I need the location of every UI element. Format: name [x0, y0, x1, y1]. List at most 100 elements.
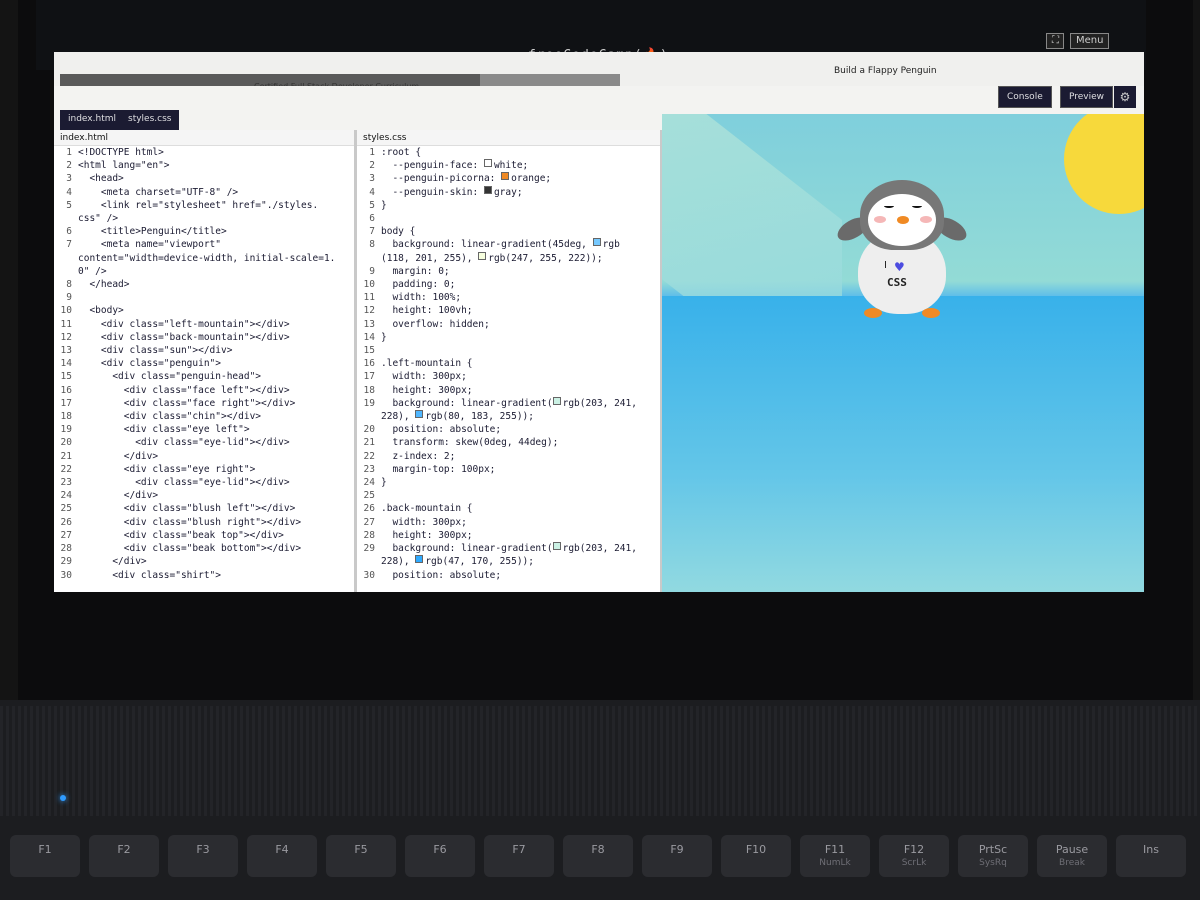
- key-f2[interactable]: F2: [89, 835, 159, 877]
- key-f8[interactable]: F8: [563, 835, 633, 877]
- key-f5[interactable]: F5: [326, 835, 396, 877]
- css-code[interactable]: 1:root {2 --penguin-face: white; 3 --peng…: [357, 146, 660, 582]
- css-code-line[interactable]: 6: [357, 212, 660, 225]
- key-f7[interactable]: F7: [484, 835, 554, 877]
- css-code-line[interactable]: 2 --penguin-face: white;: [357, 159, 660, 172]
- html-editor[interactable]: index.html 1 <!DOCTYPE html> 2 <html lang="…: [54, 130, 354, 592]
- html-code-line[interactable]: 1 <!DOCTYPE html>: [54, 146, 354, 159]
- html-code-line[interactable]: 25 <div class="blush left"></div>: [54, 502, 354, 515]
- css-code-line[interactable]: 9 margin: 0;: [357, 265, 660, 278]
- html-code-line[interactable]: 7 <meta name="viewport": [54, 238, 354, 251]
- css-code-line[interactable]: 30 position: absolute;: [357, 569, 660, 582]
- console-button[interactable]: Console: [998, 86, 1052, 108]
- gear-icon[interactable]: ⚙: [1114, 86, 1136, 108]
- html-code-line[interactable]: 16 <div class="face left"></div>: [54, 384, 354, 397]
- html-code-line[interactable]: 17 <div class="face right"></div>: [54, 397, 354, 410]
- key-f4[interactable]: F4: [247, 835, 317, 877]
- color-swatch-icon[interactable]: [552, 542, 561, 551]
- css-code-line[interactable]: 15: [357, 344, 660, 357]
- color-swatch-icon[interactable]: [415, 555, 424, 564]
- css-code-line[interactable]: 11 width: 100%;: [357, 291, 660, 304]
- html-code-line[interactable]: 11 <div class="left-mountain"></div>: [54, 318, 354, 331]
- css-code-line[interactable]: 13 overflow: hidden;: [357, 318, 660, 331]
- key-f1[interactable]: F1: [10, 835, 80, 877]
- html-code-line[interactable]: 9: [54, 291, 354, 304]
- html-code-line[interactable]: 0" />: [54, 265, 354, 278]
- css-code-line[interactable]: 16 .left-mountain {: [357, 357, 660, 370]
- menu-button[interactable]: Menu: [1070, 33, 1110, 49]
- css-code-line[interactable]: 24}: [357, 476, 660, 489]
- css-code-line[interactable]: 22 z-index: 2;: [357, 450, 660, 463]
- tab-styles-css[interactable]: styles.css: [120, 110, 180, 132]
- css-code-line[interactable]: 23 margin-top: 100px;: [357, 463, 660, 476]
- css-code-line[interactable]: 7 body {: [357, 225, 660, 238]
- html-code-line[interactable]: 20 <div class="eye-lid"></div>: [54, 436, 354, 449]
- css-code-line[interactable]: 25: [357, 489, 660, 502]
- html-code-line[interactable]: 30 <div class="shirt">: [54, 569, 354, 582]
- key-f3[interactable]: F3: [168, 835, 238, 877]
- html-code-line[interactable]: 29 </div>: [54, 555, 354, 568]
- css-code-line[interactable]: 12 height: 100vh;: [357, 304, 660, 317]
- css-code-line[interactable]: 26 .back-mountain {: [357, 502, 660, 515]
- css-editor[interactable]: styles.css 1:root {2 --penguin-face: whi…: [357, 130, 660, 592]
- key-f12[interactable]: F12 ScrLk: [879, 835, 949, 877]
- css-code-line[interactable]: 5}: [357, 199, 660, 212]
- html-code-line[interactable]: 3 <head>: [54, 172, 354, 185]
- css-code-line[interactable]: (118, 201, 255), rgb(247, 255, 222));: [357, 251, 660, 265]
- html-code-line[interactable]: 15 <div class="penguin-head">: [54, 370, 354, 383]
- html-code-line[interactable]: 6 <title>Penguin</title>: [54, 225, 354, 238]
- css-code-line[interactable]: 14}: [357, 331, 660, 344]
- html-code-line[interactable]: 22 <div class="eye right">: [54, 463, 354, 476]
- html-code-line[interactable]: 27 <div class="beak top"></div>: [54, 529, 354, 542]
- key-f10[interactable]: F10: [721, 835, 791, 877]
- css-code-line[interactable]: 19 background: linear-gradient(rgb(203, …: [357, 396, 660, 410]
- html-code-line[interactable]: 4 <meta charset="UTF-8" />: [54, 186, 354, 199]
- color-swatch-icon[interactable]: [483, 185, 492, 194]
- css-code-line[interactable]: 228), rgb(80, 183, 255));: [357, 410, 660, 423]
- css-code-line[interactable]: 27 width: 300px;: [357, 516, 660, 529]
- html-code-line[interactable]: 24 </div>: [54, 489, 354, 502]
- html-code-line[interactable]: 28 <div class="beak bottom"></div>: [54, 542, 354, 555]
- color-swatch-icon[interactable]: [552, 396, 561, 405]
- css-code-line[interactable]: 17 width: 300px;: [357, 370, 660, 383]
- html-code-line[interactable]: 8 </head>: [54, 278, 354, 291]
- key-pause[interactable]: Pause Break: [1037, 835, 1107, 877]
- css-code-line[interactable]: 8 background: linear-gradient(45deg, rgb: [357, 238, 660, 251]
- color-swatch-icon[interactable]: [483, 159, 492, 168]
- key-prtsc[interactable]: PrtSc SysRq: [958, 835, 1028, 877]
- css-code-line[interactable]: 10 padding: 0;: [357, 278, 660, 291]
- preview-button[interactable]: Preview: [1060, 86, 1114, 108]
- tab-index-html[interactable]: index.html: [60, 110, 124, 132]
- html-code-line[interactable]: 21 </div>: [54, 450, 354, 463]
- key-f6[interactable]: F6: [405, 835, 475, 877]
- key-f9[interactable]: F9: [642, 835, 712, 877]
- html-code-line[interactable]: 5 <link rel="stylesheet" href="./styles.: [54, 199, 354, 212]
- key-f11[interactable]: F11 NumLk: [800, 835, 870, 877]
- fullscreen-icon[interactable]: ⛶: [1046, 33, 1064, 49]
- html-code-line[interactable]: 12 <div class="back-mountain"></div>: [54, 331, 354, 344]
- html-code[interactable]: 1 <!DOCTYPE html> 2 <html lang="en"> 3 <head…: [54, 146, 354, 582]
- css-code-line[interactable]: 18 height: 300px;: [357, 384, 660, 397]
- html-code-line[interactable]: 14 <div class="penguin">: [54, 357, 354, 370]
- html-code-line[interactable]: 26 <div class="blush right"></div>: [54, 516, 354, 529]
- color-swatch-icon[interactable]: [478, 251, 487, 260]
- html-code-line[interactable]: 19 <div class="eye left">: [54, 423, 354, 436]
- css-code-line[interactable]: 29 background: linear-gradient(rgb(203, …: [357, 542, 660, 555]
- html-code-line[interactable]: 18 <div class="chin"></div>: [54, 410, 354, 423]
- css-code-line[interactable]: 1:root {: [357, 146, 660, 159]
- css-code-line[interactable]: 21 transform: skew(0deg, 44deg);: [357, 436, 660, 449]
- css-code-line[interactable]: 3 --penguin-picorna: orange;: [357, 172, 660, 185]
- css-code-line[interactable]: 4 --penguin-skin: gray;: [357, 185, 660, 199]
- html-code-line[interactable]: 23 <div class="eye-lid"></div>: [54, 476, 354, 489]
- css-code-line[interactable]: 28 height: 300px;: [357, 529, 660, 542]
- css-code-line[interactable]: 228), rgb(47, 170, 255));: [357, 555, 660, 568]
- color-swatch-icon[interactable]: [501, 172, 510, 181]
- html-code-line[interactable]: content="width=device-width, initial-sca…: [54, 252, 354, 265]
- html-code-line[interactable]: css" />: [54, 212, 354, 225]
- html-code-line[interactable]: 2 <html lang="en">: [54, 159, 354, 172]
- color-swatch-icon[interactable]: [415, 410, 424, 419]
- color-swatch-icon[interactable]: [592, 238, 601, 247]
- key-ins[interactable]: Ins: [1116, 835, 1186, 877]
- html-code-line[interactable]: 10 <body>: [54, 304, 354, 317]
- css-code-line[interactable]: 20 position: absolute;: [357, 423, 660, 436]
